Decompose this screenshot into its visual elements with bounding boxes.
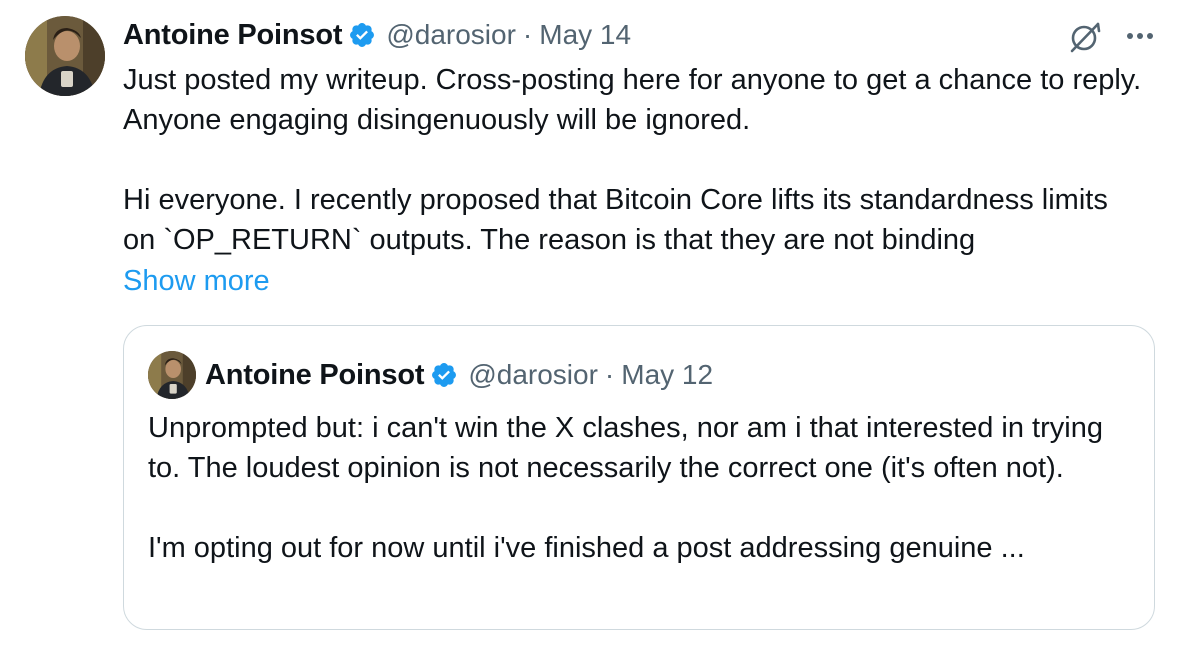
tweet-header: Antoine Poinsot @darosior · May 14 (123, 14, 631, 56)
quoted-avatar-photo (148, 351, 196, 399)
tweet-text: Just posted my writeup. Cross-posting he… (123, 64, 1142, 256)
more-options-icon[interactable] (1122, 24, 1158, 48)
verified-badge-icon (348, 21, 376, 49)
tweet[interactable]: Antoine Poinsot @darosior · May 14 Just … (0, 0, 1190, 652)
quoted-tweet-card[interactable]: Antoine Poinsot @darosior · May 12 Unpro… (123, 325, 1155, 630)
author-name[interactable]: Antoine Poinsot (123, 19, 343, 52)
quoted-tweet-date[interactable]: May 12 (621, 359, 713, 391)
avatar-photo (25, 16, 105, 96)
quoted-tweet-text: Unprompted but: i can't win the X clashe… (148, 412, 1103, 564)
author-avatar[interactable] (25, 16, 105, 96)
quoted-author-name[interactable]: Antoine Poinsot (205, 359, 425, 392)
separator-dot: · (604, 359, 615, 390)
grok-icon[interactable] (1068, 20, 1102, 54)
verified-badge-icon (430, 361, 458, 389)
show-more-link[interactable]: Show more (123, 261, 270, 301)
separator-dot: · (522, 19, 533, 50)
quoted-author-handle[interactable]: @darosior (468, 359, 598, 391)
quoted-author-avatar[interactable] (148, 351, 196, 399)
quoted-tweet-header: Antoine Poinsot @darosior · May 12 (205, 354, 713, 396)
author-handle[interactable]: @darosior (386, 19, 516, 51)
tweet-date[interactable]: May 14 (539, 19, 631, 51)
